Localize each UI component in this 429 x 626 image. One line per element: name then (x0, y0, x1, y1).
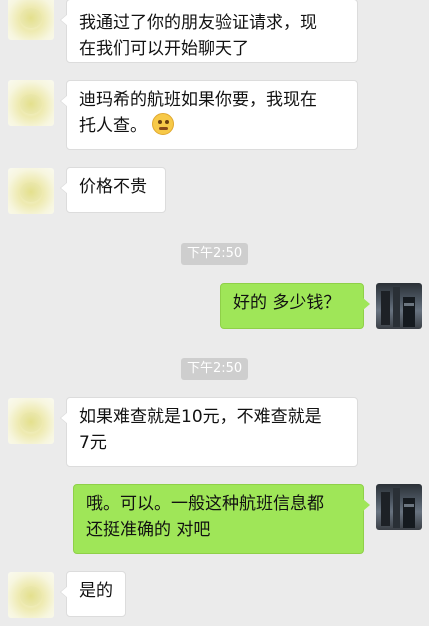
chat-history: 我通过了你的朋友验证请求，现 在我们可以开始聊天了 迪玛希的航班如果你要，我现在… (0, 0, 429, 626)
message-bubble-incoming[interactable]: 价格不贵 (60, 167, 166, 213)
message-bubble-outgoing[interactable]: 哦。可以。一般这种航班信息都 还挺准确的 对吧 (73, 484, 370, 554)
message-bubble-incoming[interactable]: 我通过了你的朋友验证请求，现 在我们可以开始聊天了 (60, 0, 358, 63)
message-text: 托人查。 (79, 116, 147, 136)
contact-avatar[interactable] (8, 398, 54, 444)
message-bubble-incoming[interactable]: 迪玛希的航班如果你要，我现在 托人查。 (60, 80, 358, 150)
timestamp: 下午2:50 (181, 243, 249, 265)
message-text: 价格不贵 (79, 177, 147, 197)
contact-avatar[interactable] (8, 0, 54, 40)
message-bubble-incoming[interactable]: 是的 (60, 571, 126, 617)
message-text: 是的 (79, 581, 113, 601)
message-text: 在我们可以开始聊天了 (79, 39, 249, 59)
message-text: 好的 多少钱？ (233, 293, 341, 313)
message-text: 哦。可以。一般这种航班信息都 (86, 494, 324, 514)
timestamp: 下午2:50 (181, 358, 249, 380)
message-text: 7元 (79, 433, 107, 453)
message-text: 还挺准确的 对吧 (86, 520, 211, 540)
message-bubble-incoming[interactable]: 如果难查就是10元，不难查就是 7元 (60, 397, 358, 467)
message-text: 我通过了你的朋友验证请求，现 (79, 13, 317, 33)
contact-avatar[interactable] (8, 168, 54, 214)
message-text: 如果难查就是10元，不难查就是 (79, 407, 322, 427)
self-avatar[interactable] (376, 484, 422, 530)
contact-avatar[interactable] (8, 80, 54, 126)
message-text: 迪玛希的航班如果你要，我现在 (79, 90, 317, 110)
message-bubble-outgoing[interactable]: 好的 多少钱？ (220, 283, 370, 329)
pondering-face-emoji (152, 113, 175, 135)
self-avatar[interactable] (376, 283, 422, 329)
contact-avatar[interactable] (8, 572, 54, 618)
